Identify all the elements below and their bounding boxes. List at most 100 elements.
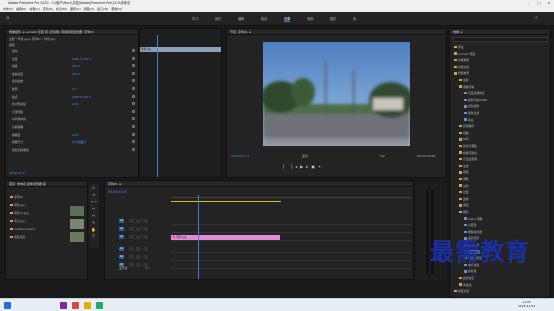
keyframe-stopwatch-icon[interactable] <box>132 102 135 106</box>
keyframe-stopwatch-icon[interactable] <box>132 49 135 52</box>
project-item[interactable]: 团队项目 <box>10 235 25 239</box>
razor-icon[interactable]: ✂ <box>91 206 96 211</box>
effect-tree-item[interactable]: 音频过渡 <box>454 65 469 69</box>
slip-icon[interactable]: ↔ <box>91 213 96 218</box>
ec-property-row[interactable]: 旋转 0.0 <box>12 87 135 91</box>
effects-search-input[interactable] <box>453 37 548 42</box>
timeline-playhead[interactable] <box>198 195 199 279</box>
track-select-icon[interactable]: ⇥ <box>91 192 96 197</box>
workspace-tab[interactable]: 效果 <box>284 16 291 22</box>
start-icon[interactable] <box>4 302 11 309</box>
mute-icon[interactable] <box>143 255 148 259</box>
ec-property-row[interactable]: 锚点 1280.0 720.0 <box>12 94 135 99</box>
ec-property-row[interactable]: 模糊尺寸 水平和垂直 <box>12 140 135 144</box>
effect-tree-item[interactable]: 键控 <box>459 210 469 214</box>
effect-tree-item[interactable]: 颜色过滤 <box>464 111 479 115</box>
timeline-clip[interactable]: fx 风景.jpg <box>171 235 280 240</box>
lock-icon[interactable] <box>129 219 134 223</box>
search-icon[interactable]: ⌕ <box>535 15 538 21</box>
ec-property-row[interactable]: 等比缩放 <box>12 79 135 83</box>
workspace-tab[interactable]: 图形 <box>330 16 336 21</box>
effect-controls-tabs[interactable]: 效果控件 ≡ Lumetri 范围 源:(无剪辑) 音频剪辑混合器: 序列01 <box>6 29 138 35</box>
mute-icon[interactable] <box>143 247 148 251</box>
workspace-tab[interactable]: 音频 <box>307 16 313 21</box>
menu-item[interactable]: 视图(V) <box>84 7 94 11</box>
effect-tree-item[interactable]: 视频 <box>459 170 469 174</box>
ec-timeline[interactable]: 风景.jpg <box>139 28 222 178</box>
menu-item[interactable]: 帮助(H) <box>111 7 122 11</box>
toggle-output-icon[interactable] <box>136 219 141 223</box>
menu-item[interactable]: 图形(G) <box>70 7 81 11</box>
menu-item[interactable]: 剪辑(C) <box>29 7 39 11</box>
ec-property-value[interactable]: 1280.0 720.0 <box>72 57 91 61</box>
effect-tree-item[interactable]: 灰度系数校正 <box>464 91 485 95</box>
effect-tree-item[interactable]: 颜色校正 <box>459 276 474 280</box>
ec-property-row[interactable]: 不透明度 <box>12 109 135 114</box>
effect-tree-item[interactable]: 生成 <box>459 164 469 168</box>
ec-property-row[interactable]: 模糊度 20.0 <box>12 132 135 137</box>
ec-property-row[interactable]: 时间重映射 <box>12 117 135 121</box>
effect-tree-item[interactable]: Lumetri 预设 <box>454 52 475 56</box>
add-icon[interactable]: + <box>318 164 324 169</box>
effect-tree-item[interactable]: Alpha 调整 <box>464 217 482 221</box>
ec-property-row[interactable]: 位置 1280.0 720.0 <box>12 56 135 61</box>
effect-tree-item[interactable]: 预设 <box>454 45 464 49</box>
effect-tree-item[interactable]: 亮度键 <box>464 223 476 227</box>
ec-property-value[interactable]: 100.0 <box>72 72 80 76</box>
master-value[interactable]: 0.0 <box>145 266 149 270</box>
effect-tree-item[interactable]: 沉浸式视频 <box>459 157 477 161</box>
menu-item[interactable]: 序列(S) <box>43 7 53 11</box>
ec-property-value[interactable]: 0.00 <box>72 102 78 106</box>
keyframe-stopwatch-icon[interactable] <box>132 94 135 98</box>
program-timecode[interactable]: 00:00:01:07 <box>231 154 249 158</box>
ripple-edit-icon[interactable]: ⟷ <box>91 199 97 204</box>
ec-property-row[interactable]: 高斯模糊 <box>12 125 135 129</box>
ec-property-value[interactable]: 100.0 <box>72 64 80 68</box>
ec-property-row[interactable]: 防闪烁滤镜 0.00 <box>12 102 135 106</box>
keyframe-stopwatch-icon[interactable] <box>132 64 135 68</box>
toggle-output-icon[interactable] <box>136 255 141 259</box>
quality-select[interactable]: 1/2 <box>380 154 385 158</box>
mute-icon[interactable] <box>143 235 148 239</box>
effects-tab[interactable]: 效果 ≡ <box>450 29 550 35</box>
lock-icon[interactable] <box>129 227 134 231</box>
lock-icon[interactable] <box>129 263 134 267</box>
menu-item[interactable]: 编辑(E) <box>16 7 26 11</box>
keyframe-stopwatch-icon[interactable] <box>132 147 135 151</box>
mute-icon[interactable] <box>143 227 148 231</box>
effect-tree-item[interactable]: 黑白 <box>464 118 474 122</box>
mute-icon[interactable] <box>143 219 148 223</box>
keyframe-stopwatch-icon[interactable] <box>132 140 135 144</box>
effect-tree-item[interactable]: 调整 <box>459 177 469 181</box>
project-item[interactable]: 风景(2).jpg <box>10 211 29 215</box>
keyframe-stopwatch-icon[interactable] <box>132 109 135 113</box>
ec-timecode[interactable]: 00:00:01:07 <box>9 171 26 175</box>
effect-tree-item[interactable]: 变换 <box>459 78 469 82</box>
effect-tree-item[interactable]: 颜色平衡(RGB) <box>464 98 487 102</box>
effect-tree-item[interactable]: 过时 <box>459 184 469 188</box>
ec-property-value[interactable]: 1280.0 720.0 <box>72 95 91 99</box>
keyframe-stopwatch-icon[interactable] <box>132 71 135 75</box>
project-item[interactable]: 序列01 <box>10 195 23 199</box>
home-icon[interactable]: ⌂ <box>6 15 9 21</box>
selection-tool-icon[interactable]: ➤ <box>91 185 96 190</box>
lock-icon[interactable] <box>129 247 134 251</box>
workspace-tab[interactable]: 学习 <box>192 16 198 21</box>
effect-tree-item[interactable]: 视频过渡 <box>454 289 469 293</box>
app-taskbar-icon-2[interactable] <box>84 302 91 309</box>
track-label[interactable]: A1 <box>119 247 124 251</box>
keyframe-stopwatch-icon[interactable] <box>132 87 135 90</box>
effect-tree-item[interactable]: 扭曲 <box>459 131 469 135</box>
ec-property-row[interactable]: 缩放 100.0 <box>12 64 135 68</box>
hand-icon[interactable]: ✋ <box>91 227 96 232</box>
lock-icon[interactable] <box>129 235 134 239</box>
pen-icon[interactable]: ✎ <box>91 220 96 225</box>
effect-tree-item[interactable]: 通道 <box>459 203 469 207</box>
project-item[interactable]: 天空.jpg <box>10 219 25 223</box>
effect-tree-item[interactable]: 颜色替换 <box>464 104 479 108</box>
zoom-select[interactable]: 适合 <box>302 154 308 158</box>
effect-tree-item[interactable]: 时间 <box>459 137 469 141</box>
effect-tree-item[interactable]: 杂色与颗粒 <box>459 144 477 148</box>
effect-tree-item[interactable]: 图像控制 <box>459 85 474 89</box>
effect-tree-item[interactable]: 透视 <box>459 197 469 201</box>
